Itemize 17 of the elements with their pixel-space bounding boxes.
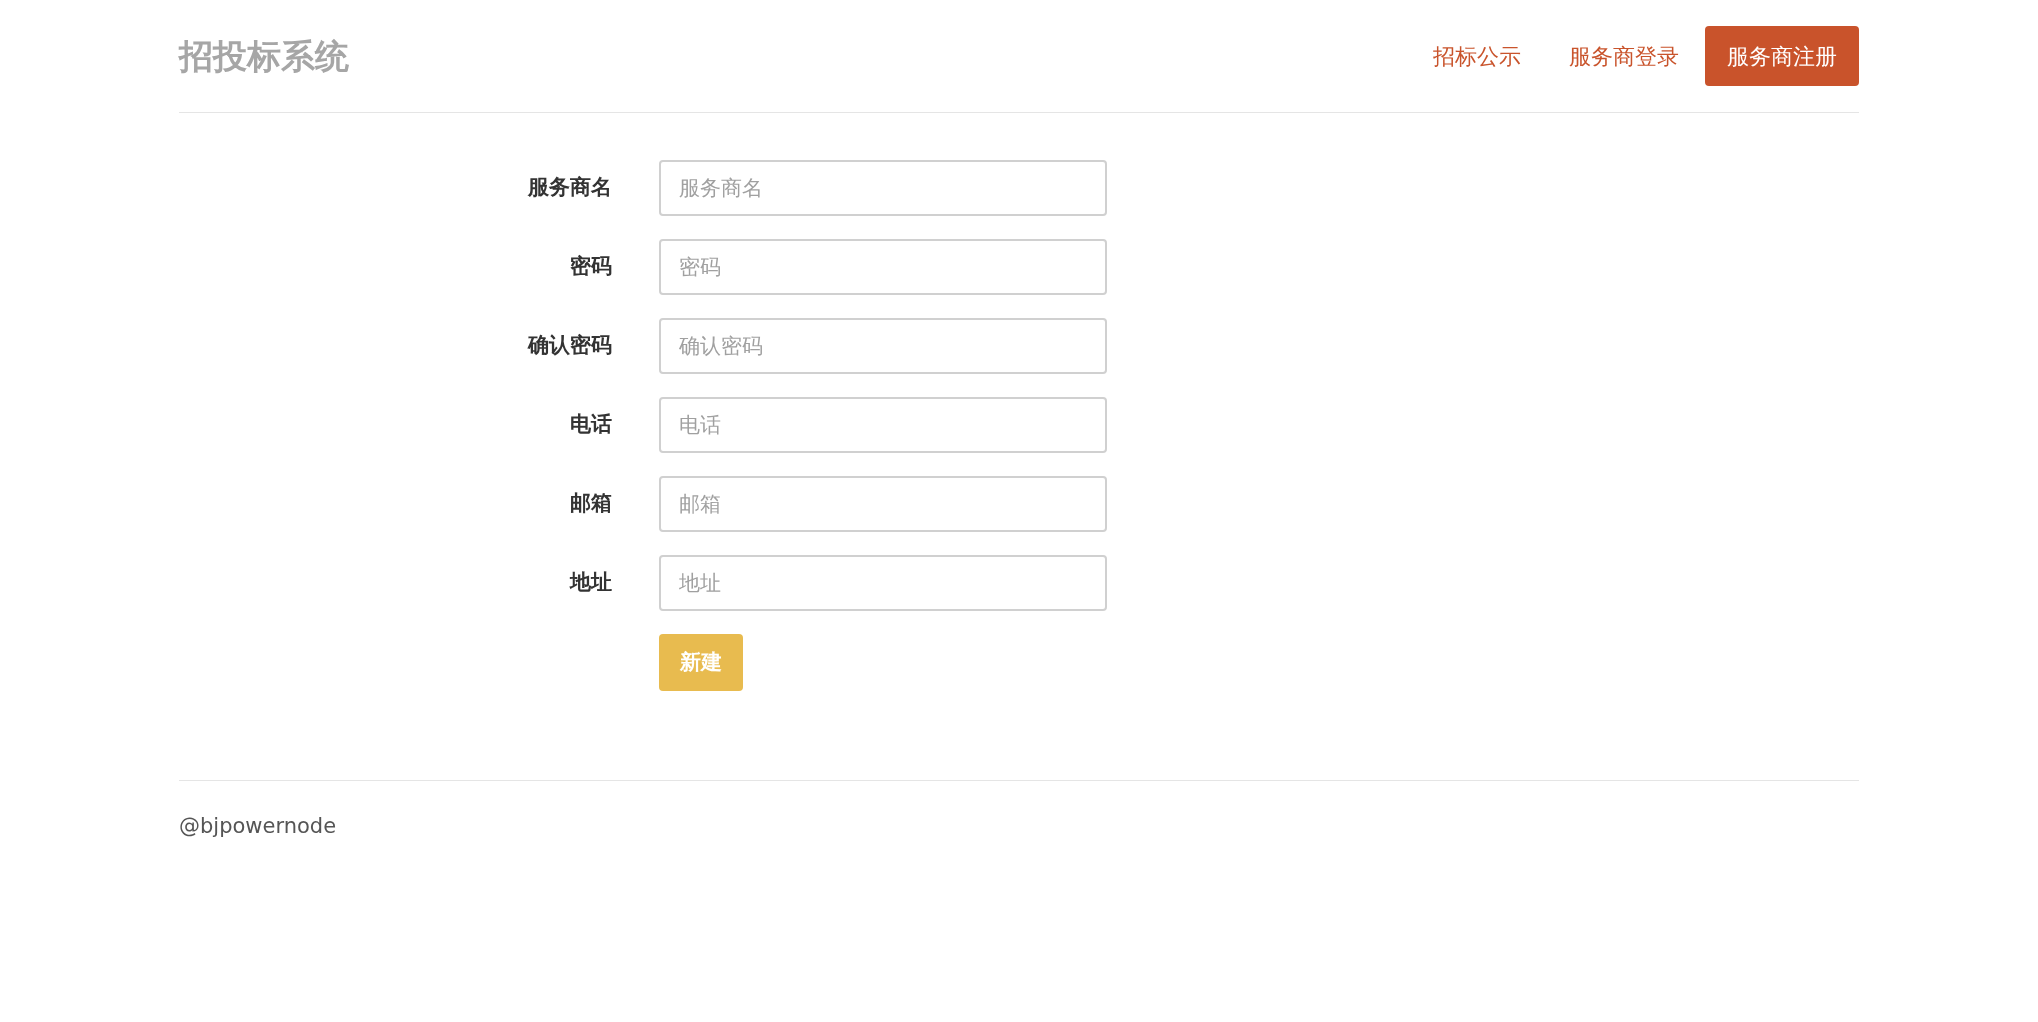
field-label: 地址 [568, 569, 612, 597]
footer-text: @bjpowernode [179, 814, 337, 838]
nav-link[interactable]: 服务商登录 [1569, 39, 1679, 73]
input-field[interactable]: 邮箱 [659, 476, 1107, 532]
input-field[interactable]: 确认密码 [659, 318, 1107, 374]
site-title[interactable]: 招投标系统 [179, 30, 349, 82]
register-button[interactable]: 服务商注册 [1705, 26, 1859, 86]
field-label: 电话 [569, 411, 612, 439]
field-label: 确认密码 [526, 332, 612, 360]
field-label: 服务商名 [526, 174, 612, 202]
nav-link[interactable]: 招标公示 [1433, 39, 1521, 73]
input-field[interactable]: 地址 [659, 555, 1107, 611]
input-field[interactable]: 密码 [659, 239, 1107, 295]
input-field[interactable]: 服务商名 [659, 160, 1107, 216]
input-field[interactable]: 电话 [659, 397, 1107, 453]
field-label: 邮箱 [569, 490, 612, 518]
field-label: 密码 [569, 253, 612, 281]
